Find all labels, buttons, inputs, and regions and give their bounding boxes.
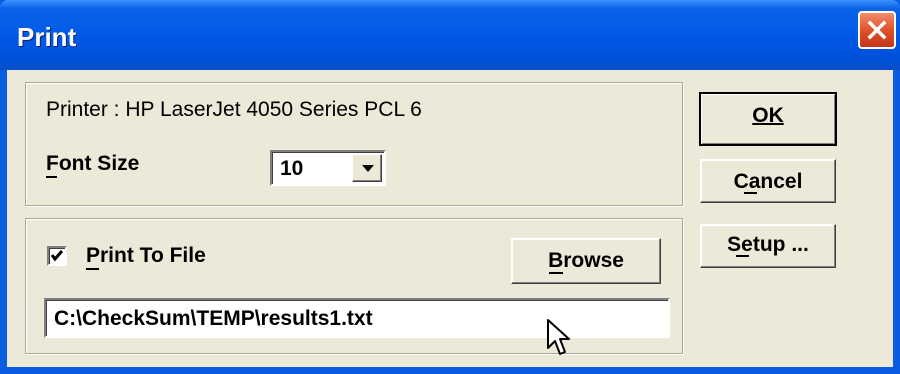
title-bar[interactable]: Print <box>0 0 900 70</box>
window-title: Print <box>17 22 77 52</box>
font-size-dropdown-button[interactable] <box>352 154 382 182</box>
print-to-file-checkbox[interactable] <box>47 246 67 266</box>
font-size-label: Font Size <box>46 152 140 175</box>
checkmark-icon <box>50 250 64 262</box>
ok-button[interactable]: OK <box>699 92 837 146</box>
browse-mnemonic-underline <box>549 272 563 274</box>
setup-button[interactable]: Setup ... <box>700 224 836 268</box>
ok-button-label: OK <box>752 104 784 127</box>
setup-button-label: Setup ... <box>727 233 809 256</box>
close-button[interactable] <box>858 11 896 49</box>
printer-name-label: Printer : HP LaserJet 4050 Series PCL 6 <box>46 98 422 121</box>
font-size-mnemonic-underline <box>46 176 57 178</box>
chevron-down-icon <box>362 165 374 172</box>
setup-mnemonic-underline <box>736 255 749 257</box>
cancel-mnemonic-underline <box>744 192 757 194</box>
output-file-path-input[interactable]: C:\CheckSum\TEMP\results1.txt <box>44 298 670 338</box>
font-size-select[interactable]: 10 <box>270 150 386 186</box>
mouse-pointer-icon <box>547 319 570 355</box>
font-size-value: 10 <box>280 157 304 180</box>
cancel-button[interactable]: Cancel <box>700 159 836 203</box>
cancel-button-label: Cancel <box>733 170 803 193</box>
close-icon <box>867 20 887 40</box>
print-to-file-mnemonic-underline <box>86 268 99 270</box>
print-to-file-label[interactable]: Print To File <box>86 244 206 268</box>
browse-button-label: Browse <box>548 249 624 272</box>
browse-button[interactable]: Browse <box>511 238 661 284</box>
